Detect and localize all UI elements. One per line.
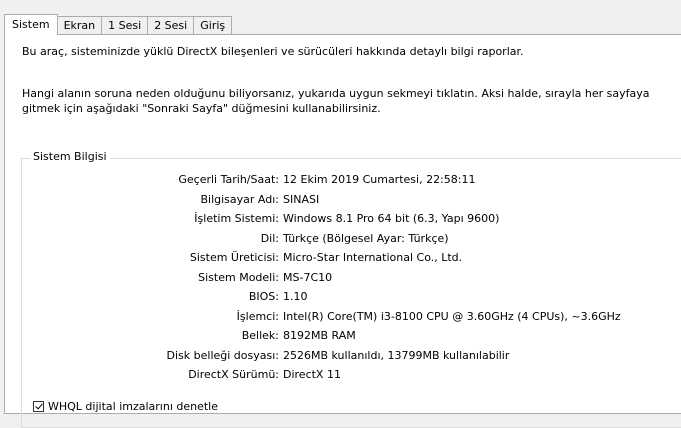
- info-row: Bellek: 8192MB RAM: [5, 329, 681, 343]
- info-value: 2526MB kullanıldı, 13799MB kullanılabili…: [283, 348, 510, 362]
- info-value: DirectX 11: [283, 368, 341, 381]
- intro-text-1: Bu araç, sisteminizde yüklü DirectX bile…: [22, 45, 524, 58]
- info-value: Türkçe (Bölgesel Ayar: Türkçe): [283, 231, 449, 245]
- intro-text-2: Hangi alanın soruna neden olduğunu biliy…: [22, 87, 650, 115]
- info-label: Bellek:: [241, 329, 279, 342]
- info-label: Geçerli Tarih/Saat:: [178, 173, 279, 186]
- info-row: Bilgisayar Adı: SINASI: [5, 193, 681, 207]
- window-top-strip: [0, 0, 681, 14]
- info-row: İşletim Sistemi: Windows 8.1 Pro 64 bit (…: [5, 212, 681, 226]
- info-label: Bilgisayar Adı:: [200, 192, 279, 206]
- info-label: DirectX Sürümü:: [188, 368, 279, 381]
- info-value: 1.10: [283, 290, 308, 303]
- info-row: DirectX Sürümü: DirectX 11: [5, 368, 681, 382]
- info-value: Windows 8.1 Pro 64 bit (6.3, Yapı 9600): [283, 212, 500, 225]
- info-row: Dil: Türkçe (Bölgesel Ayar: Türkçe): [5, 232, 681, 246]
- info-label: Dil:: [260, 231, 279, 245]
- info-value: Intel(R) Core(TM) i3-8100 CPU @ 3.60GHz …: [283, 309, 621, 323]
- system-info-title: Sistem Bilgisi: [30, 150, 110, 163]
- info-value: 12 Ekim 2019 Cumartesi, 22:58:11: [283, 173, 476, 186]
- tab-sound-1[interactable]: 1 Sesi: [101, 16, 149, 34]
- info-label: İşletim Sistemi:: [194, 212, 279, 225]
- info-value: MS-7C10: [283, 270, 333, 284]
- info-row: Sistem Modeli: MS-7C10: [5, 271, 681, 285]
- info-row: Geçerli Tarih/Saat: 12 Ekim 2019 Cumartes…: [5, 173, 681, 187]
- info-label: İşlemci:: [236, 309, 279, 323]
- tab-ekran[interactable]: Ekran: [56, 16, 103, 34]
- info-row: Disk belleği dosyası: 2526MB kullanıldı, …: [5, 349, 681, 363]
- info-row: Sistem Üreticisi: Micro-Star Internationa…: [5, 251, 681, 265]
- info-value: Micro-Star International Co., Ltd.: [283, 251, 463, 264]
- info-row: İşlemci: Intel(R) Core(TM) i3-8100 CPU @ …: [5, 310, 681, 324]
- tab-bar: Sistem Ekran 1 Sesi 2 Sesi Giriş: [4, 14, 233, 35]
- tab-panel-sistem: Bu araç, sisteminizde yüklü DirectX bile…: [4, 34, 681, 428]
- info-label: BIOS:: [248, 290, 279, 303]
- info-row: BIOS: 1.10: [5, 290, 681, 304]
- info-label: Sistem Üreticisi:: [189, 251, 279, 264]
- tab-sistem[interactable]: Sistem: [4, 14, 58, 35]
- tab-giris[interactable]: Giriş: [193, 16, 233, 34]
- info-label: Disk belleği dosyası:: [166, 348, 279, 362]
- info-label: Sistem Modeli:: [198, 270, 279, 284]
- info-value: SINASI: [283, 192, 320, 206]
- tab-sound-2[interactable]: 2 Sesi: [147, 16, 195, 34]
- info-value: 8192MB RAM: [283, 329, 356, 342]
